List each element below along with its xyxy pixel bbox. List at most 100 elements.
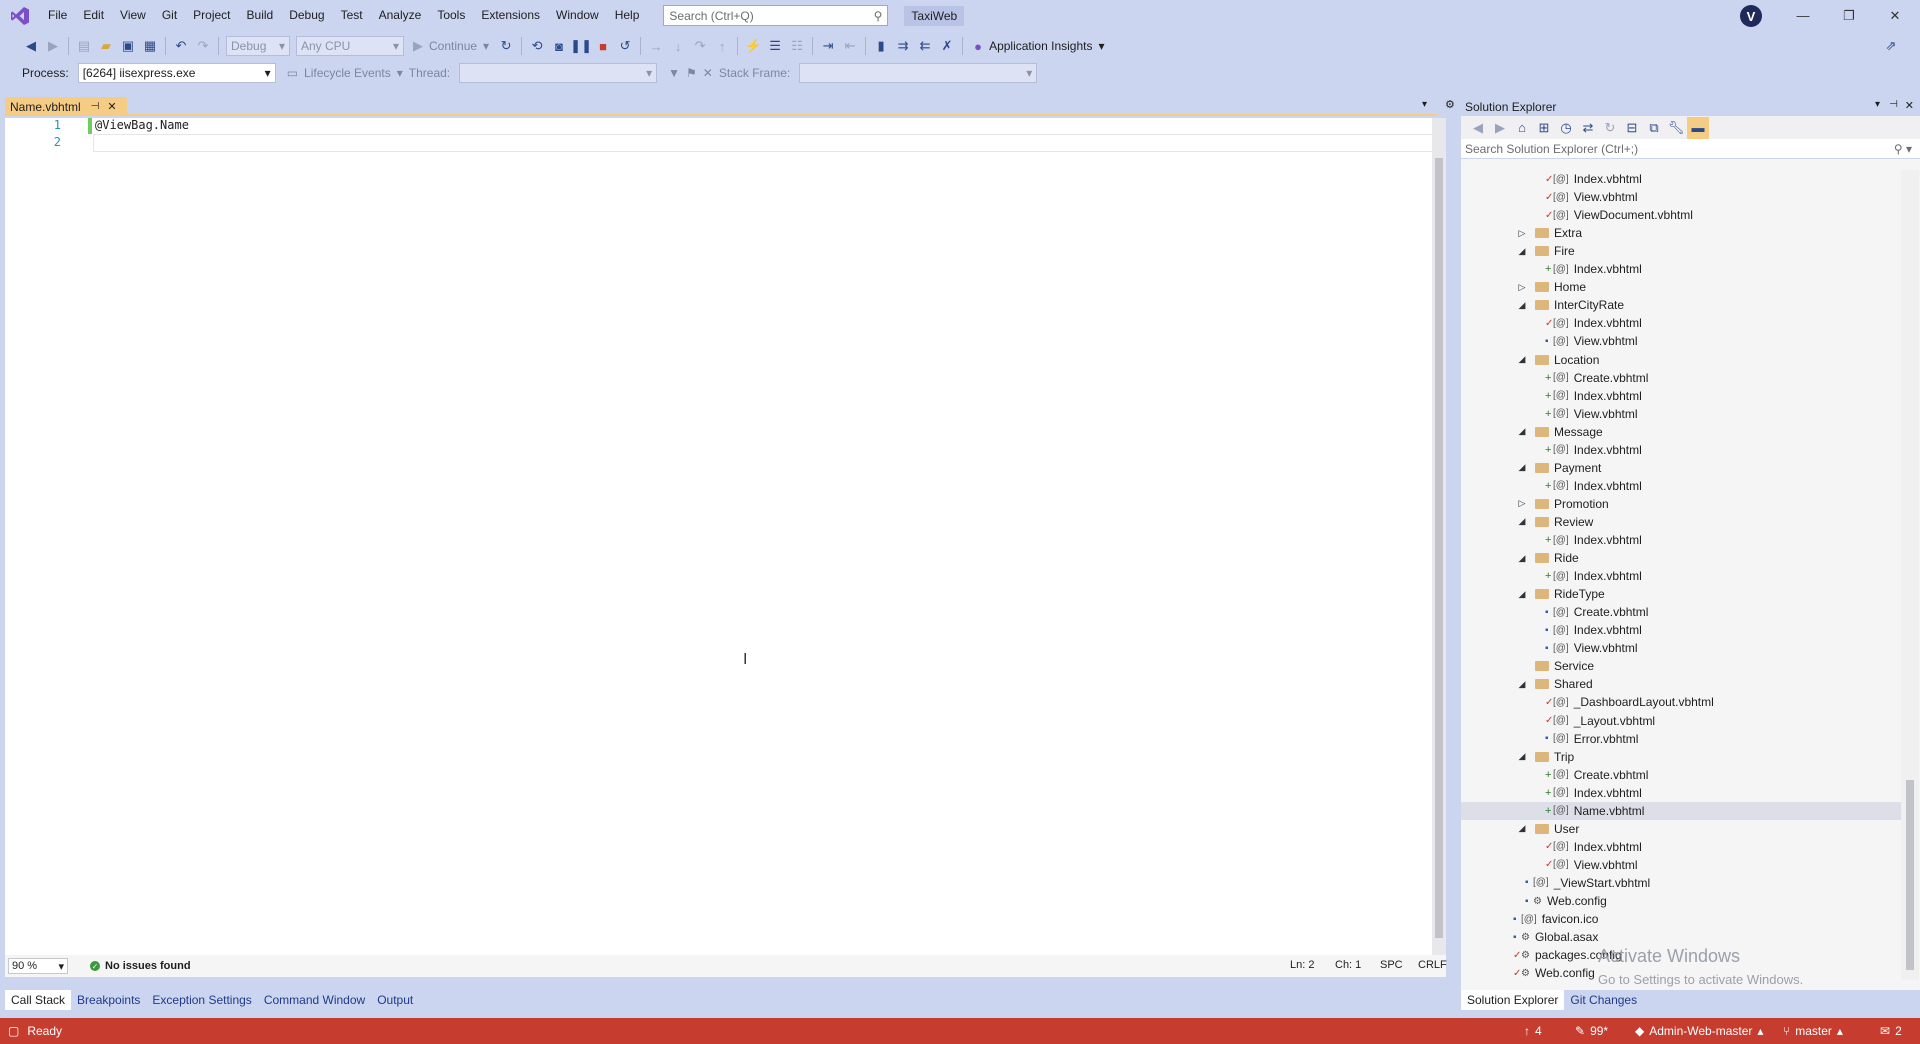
tree-file[interactable]: + [@] Create.vbhtml	[1461, 766, 1901, 784]
issues-indicator[interactable]: ✓ No issues found	[90, 960, 191, 972]
tree-file[interactable]: ✓ [@] Index.vbhtml	[1461, 838, 1901, 856]
branch-selector[interactable]: ⑂ master ▴	[1783, 1018, 1843, 1044]
editor-vertical-scrollbar[interactable]	[1432, 118, 1446, 955]
collapse-arrow-icon[interactable]: ◢	[1515, 516, 1529, 527]
bottom-tab[interactable]: Breakpoints	[71, 990, 146, 1010]
tree-file[interactable]: ▪ [@] Index.vbhtml	[1461, 621, 1901, 639]
sync-icon[interactable]: ⇄	[1577, 117, 1599, 139]
tree-file[interactable]: ▪ [@] _ViewStart.vbhtml	[1461, 874, 1901, 892]
tree-folder[interactable]: ◢ Fire	[1461, 242, 1901, 260]
tree-file[interactable]: + [@] Index.vbhtml	[1461, 531, 1901, 549]
tree-file[interactable]: ▪ ⚙ Global.asax	[1461, 928, 1901, 946]
continue-button[interactable]: Continue	[429, 39, 477, 53]
restart-icon[interactable]: ↺	[614, 35, 636, 57]
scrollbar-thumb[interactable]	[1435, 158, 1443, 938]
menu-item[interactable]: Analyze	[371, 0, 430, 31]
refresh-icon[interactable]: ↻	[1599, 117, 1621, 139]
refresh-icon[interactable]: ↻	[495, 35, 517, 57]
prev-bookmark-icon[interactable]: ⇇	[914, 35, 936, 57]
tree-file[interactable]: ✓ [@] View.vbhtml	[1461, 188, 1901, 206]
panel-tab[interactable]: Solution Explorer	[1461, 990, 1565, 1010]
menu-item[interactable]: View	[112, 0, 154, 31]
menu-item[interactable]: Edit	[75, 0, 112, 31]
tree-folder[interactable]: ▷ Extra	[1461, 224, 1901, 242]
tree-file[interactable]: ✓ [@] _DashboardLayout.vbhtml	[1461, 693, 1901, 711]
line-ending[interactable]: CRLF	[1418, 959, 1447, 971]
close-icon[interactable]: ✕	[1905, 99, 1914, 112]
show-all-files-icon[interactable]: ⧉	[1643, 117, 1665, 139]
tree-file[interactable]: + [@] Index.vbhtml	[1461, 260, 1901, 278]
scrollbar-thumb[interactable]	[1906, 780, 1914, 970]
menu-item[interactable]: Help	[607, 0, 648, 31]
repository-selector[interactable]: ◆ Admin-Web-master ▴	[1635, 1018, 1763, 1044]
collapse-arrow-icon[interactable]: ◢	[1515, 553, 1529, 564]
zoom-select[interactable]: 90 % ▾	[8, 958, 68, 974]
redo-icon[interactable]: ↷	[192, 35, 214, 57]
tree-file[interactable]: ▪ [@] View.vbhtml	[1461, 639, 1901, 657]
solution-name-badge[interactable]: TaxiWeb	[904, 5, 965, 26]
code-editor[interactable]: 1 2 @ViewBag.Name I	[5, 118, 1437, 955]
save-all-icon[interactable]: ▦	[139, 35, 161, 57]
tree-folder[interactable]: ◢ InterCityRate	[1461, 296, 1901, 314]
collapse-arrow-icon[interactable]: ◢	[1515, 462, 1529, 473]
tree-file[interactable]: + [@] Index.vbhtml	[1461, 387, 1901, 405]
collapse-all-icon[interactable]: ⊟	[1621, 117, 1643, 139]
back-icon[interactable]: ◀	[1467, 117, 1489, 139]
camera-icon[interactable]: ◙	[548, 35, 570, 57]
tree-file[interactable]: ▪ [@] Error.vbhtml	[1461, 730, 1901, 748]
collapse-arrow-icon[interactable]: ◢	[1515, 354, 1529, 365]
collapse-arrow-icon[interactable]: ◢	[1515, 823, 1529, 834]
collapse-arrow-icon[interactable]: ◢	[1515, 426, 1529, 437]
close-window-button[interactable]: ✕	[1872, 0, 1918, 31]
flag-icon[interactable]: ⚑	[686, 66, 697, 80]
tree-folder[interactable]: ◢ Shared	[1461, 675, 1901, 693]
gear-icon[interactable]: ⚙	[1445, 98, 1455, 111]
outdent-icon[interactable]: ⇤	[839, 35, 861, 57]
visual-studio-logo-icon[interactable]	[0, 0, 40, 31]
collapse-arrow-icon[interactable]: ◢	[1515, 751, 1529, 762]
tree-folder[interactable]: ◢ Ride	[1461, 549, 1901, 567]
commits-indicator[interactable]: ↑ 4	[1524, 1018, 1542, 1044]
clear-bookmarks-icon[interactable]: ✗	[936, 35, 958, 57]
collapse-arrow-icon[interactable]: ◢	[1515, 679, 1529, 690]
tree-folder[interactable]: Service	[1461, 657, 1901, 675]
collapse-arrow-icon[interactable]: ◢	[1515, 246, 1529, 257]
tree-file[interactable]: + [@] Index.vbhtml	[1461, 567, 1901, 585]
preview-icon[interactable]: ▬	[1687, 116, 1709, 139]
tree-file[interactable]: + [@] Index.vbhtml	[1461, 441, 1901, 459]
application-insights-button[interactable]: Application Insights	[989, 39, 1092, 53]
bookmark-icon[interactable]: ▮	[870, 35, 892, 57]
solution-explorer-scrollbar[interactable]	[1901, 170, 1919, 980]
line-position[interactable]: Ln: 2	[1290, 959, 1314, 971]
tree-folder[interactable]: ◢ Trip	[1461, 748, 1901, 766]
lifecycle-events-button[interactable]: Lifecycle Events	[304, 66, 391, 80]
step-out-icon[interactable]: ↑	[711, 35, 733, 57]
tree-folder[interactable]: ◢ Message	[1461, 423, 1901, 441]
tree-folder[interactable]: ▷ Home	[1461, 278, 1901, 296]
hot-reload-icon[interactable]: ⚡	[742, 35, 764, 57]
tree-folder[interactable]: ◢ Review	[1461, 513, 1901, 531]
home-icon[interactable]: ⌂	[1511, 117, 1533, 139]
lightbulb-icon[interactable]: ●	[967, 35, 989, 57]
tree-file[interactable]: ▪ [@] Create.vbhtml	[1461, 603, 1901, 621]
menu-item[interactable]: Tools	[429, 0, 473, 31]
notifications-button[interactable]: ✉ 2	[1880, 1018, 1902, 1044]
bottom-tab[interactable]: Call Stack	[5, 990, 72, 1010]
chevron-down-icon[interactable]: ▾	[1422, 99, 1427, 110]
filter-icon[interactable]: ▼	[668, 66, 680, 80]
expand-arrow-icon[interactable]: ▷	[1515, 282, 1529, 293]
uncomment-icon[interactable]: ☷	[786, 35, 808, 57]
open-file-icon[interactable]: ▰	[95, 35, 117, 57]
process-select[interactable]: [6264] iisexpress.exe ▾	[77, 63, 276, 83]
bottom-tab[interactable]: Command Window	[258, 990, 371, 1010]
tree-folder[interactable]: ◢ User	[1461, 820, 1901, 838]
undo-icon[interactable]: ↶	[170, 35, 192, 57]
collapse-arrow-icon[interactable]: ◢	[1515, 300, 1529, 311]
menu-item[interactable]: Project	[185, 0, 238, 31]
show-next-statement-icon[interactable]: →	[645, 35, 667, 57]
back-icon[interactable]: ◀	[20, 35, 42, 57]
menu-item[interactable]: Test	[333, 0, 371, 31]
thread-select[interactable]: ▾	[459, 63, 658, 83]
browser-link-icon[interactable]: ⟲	[526, 35, 548, 57]
tree-file[interactable]: + [@] Index.vbhtml	[1461, 477, 1901, 495]
